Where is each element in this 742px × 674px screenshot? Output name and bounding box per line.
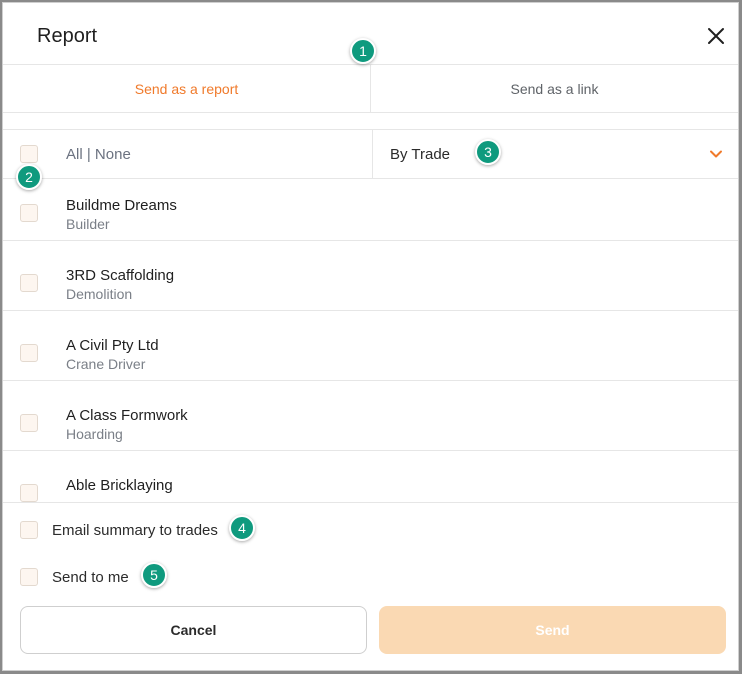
company-name: 3RD Scaffolding bbox=[66, 267, 175, 284]
company-trade: Builder bbox=[66, 216, 110, 232]
company-name: Buildme Dreams bbox=[66, 197, 177, 214]
select-none-link[interactable]: None bbox=[95, 146, 131, 163]
callout-marker-2: 2 bbox=[16, 164, 42, 190]
list-item[interactable]: A Civil Pty Ltd Crane Driver bbox=[3, 311, 738, 381]
list-item[interactable]: A Class Formwork Hoarding bbox=[3, 381, 738, 451]
tab-send-as-report[interactable]: Send as a report bbox=[3, 65, 370, 112]
chevron-down-icon bbox=[710, 150, 722, 158]
company-name: Able Bricklaying bbox=[66, 477, 173, 494]
company-checkbox[interactable] bbox=[20, 204, 38, 222]
callout-marker-4: 4 bbox=[229, 515, 255, 541]
list-item[interactable]: Able Bricklaying bbox=[3, 451, 738, 502]
tab-send-as-link[interactable]: Send as a link bbox=[370, 65, 738, 112]
company-checkbox[interactable] bbox=[20, 344, 38, 362]
company-list[interactable]: Buildme Dreams Builder 3RD Scaffolding D… bbox=[3, 179, 738, 502]
company-trade: Crane Driver bbox=[66, 356, 146, 372]
select-all-checkbox[interactable] bbox=[20, 145, 38, 163]
company-trade: Demolition bbox=[66, 286, 133, 302]
company-checkbox[interactable] bbox=[20, 274, 38, 292]
cancel-button[interactable]: Cancel bbox=[20, 606, 367, 654]
send-to-me-checkbox[interactable] bbox=[20, 568, 38, 586]
callout-marker-3: 3 bbox=[475, 139, 501, 165]
company-name: A Civil Pty Ltd bbox=[66, 337, 159, 354]
group-by-value: By Trade bbox=[390, 146, 451, 163]
email-summary-label: Email summary to trades bbox=[52, 522, 218, 539]
company-name: A Class Formwork bbox=[66, 407, 188, 424]
dialog-title: Report bbox=[37, 25, 98, 47]
report-dialog: Report Send as a report Send as a link A… bbox=[2, 2, 739, 671]
email-summary-checkbox[interactable] bbox=[20, 521, 38, 539]
send-button[interactable]: Send bbox=[379, 606, 726, 654]
select-all-link[interactable]: All bbox=[66, 146, 83, 163]
send-to-me-label: Send to me bbox=[52, 569, 129, 586]
list-item[interactable]: Buildme Dreams Builder bbox=[3, 179, 738, 241]
list-item[interactable]: 3RD Scaffolding Demolition bbox=[3, 241, 738, 311]
select-all-area: All | None bbox=[3, 130, 373, 178]
send-mode-tabs: Send as a report Send as a link bbox=[3, 65, 738, 113]
company-checkbox[interactable] bbox=[20, 484, 38, 502]
close-icon[interactable] bbox=[704, 24, 728, 48]
all-none-links: All | None bbox=[66, 146, 131, 163]
callout-marker-5: 5 bbox=[141, 562, 167, 588]
group-by-select[interactable]: By Trade bbox=[373, 130, 738, 178]
callout-marker-1: 1 bbox=[350, 38, 376, 64]
filter-bar: All | None By Trade bbox=[3, 129, 738, 179]
all-none-separator: | bbox=[86, 146, 91, 163]
email-summary-option[interactable]: Email summary to trades bbox=[3, 515, 303, 545]
company-trade: Hoarding bbox=[66, 426, 123, 442]
company-checkbox[interactable] bbox=[20, 414, 38, 432]
